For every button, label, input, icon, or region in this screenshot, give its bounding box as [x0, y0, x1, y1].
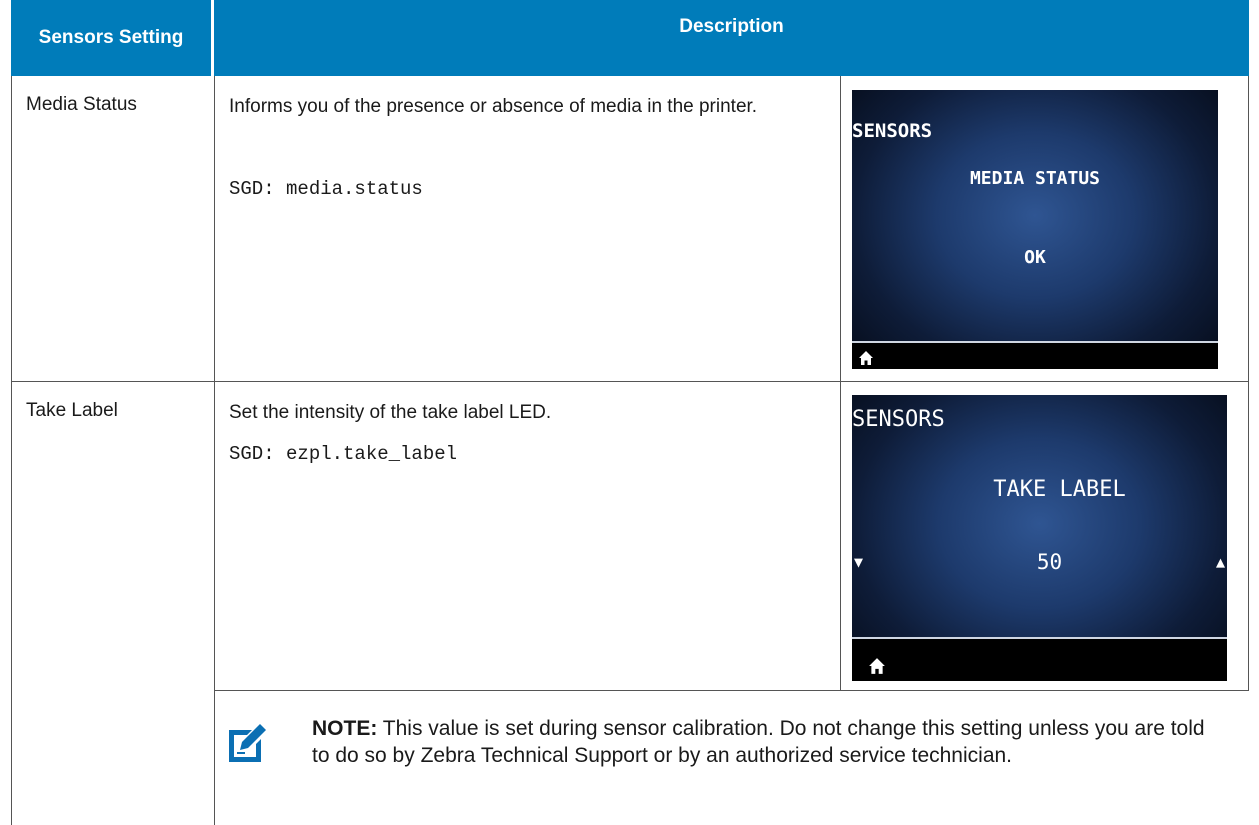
grid-line — [1248, 76, 1249, 690]
home-icon — [869, 658, 885, 674]
lcd-title: SENSORS — [852, 120, 933, 142]
lcd-item: TAKE LABEL — [993, 477, 1126, 502]
sgd-take-label: SGD: ezpl.take_label — [229, 443, 458, 465]
sgd-media-status: SGD: media.status — [229, 178, 423, 200]
home-icon — [859, 351, 873, 365]
note-text: NOTE: This value is set during sensor ca… — [312, 715, 1212, 769]
note-label: NOTE: — [312, 717, 378, 740]
header-setting: Sensors Setting — [11, 0, 211, 76]
grid-line — [214, 690, 1249, 691]
lcd-screen-take-label: SENSORS TAKE LABEL ▼ 50 ▲ — [852, 395, 1227, 681]
grid-line — [11, 76, 12, 825]
description-media-status: Informs you of the presence or absence o… — [229, 96, 758, 117]
lcd-footer-bar — [852, 639, 1227, 681]
sensors-settings-table: Sensors Setting Description Media Status… — [0, 0, 1259, 825]
setting-media-status: Media Status — [26, 94, 137, 115]
grid-line — [840, 76, 841, 690]
description-take-label: Set the intensity of the take label LED. — [229, 402, 552, 423]
increase-arrow-icon: ▲ — [1215, 553, 1225, 571]
note-pencil-icon — [229, 724, 266, 762]
lcd-value: 50 — [1036, 550, 1063, 574]
lcd-footer-bar — [852, 343, 1218, 369]
lcd-screen-media-status: SENSORS MEDIA STATUS OK — [852, 90, 1218, 369]
header-description: Description — [214, 0, 1249, 76]
note-body: This value is set during sensor calibrat… — [312, 717, 1205, 767]
lcd-title: SENSORS — [852, 407, 945, 432]
lcd-item: MEDIA STATUS — [969, 168, 1101, 189]
setting-take-label: Take Label — [26, 400, 118, 421]
grid-line — [214, 76, 215, 825]
lcd-value: OK — [1024, 247, 1046, 268]
grid-line — [11, 381, 1249, 382]
